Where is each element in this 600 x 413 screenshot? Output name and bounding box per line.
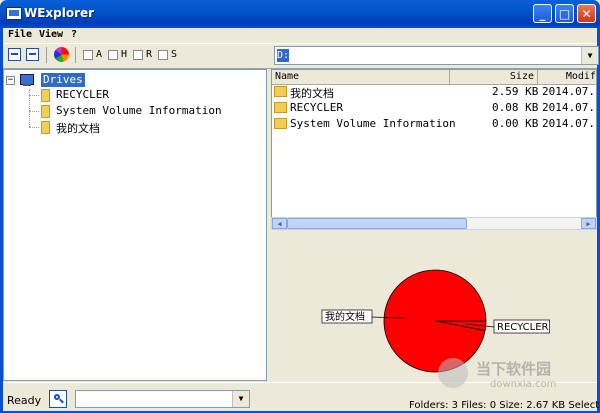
app-icon xyxy=(6,7,22,20)
folder-icon xyxy=(41,121,50,134)
folder-icon xyxy=(274,102,287,113)
watermark-logo: 当下软件园 downxia.com xyxy=(428,355,588,395)
tree-connector xyxy=(29,127,39,128)
scroll-left-icon[interactable]: ◀ xyxy=(272,218,287,229)
tree-connector xyxy=(29,111,39,112)
search-combo[interactable]: ▼ xyxy=(75,390,250,408)
file-row[interactable]: System Volume Information 0.00 KB 2014.0… xyxy=(272,116,596,132)
file-list[interactable]: Name Size Modifie 我的文档 2.59 KB 2014.07.1… xyxy=(271,69,597,230)
column-header-name[interactable]: Name xyxy=(272,70,450,84)
folder-icon xyxy=(274,118,287,129)
path-value: D: xyxy=(277,49,290,62)
tree-item-label: System Volume Information xyxy=(56,104,222,117)
file-name: 我的文档 xyxy=(290,87,334,100)
status-ready: Ready xyxy=(7,394,42,407)
menu-view[interactable]: View xyxy=(39,29,63,40)
computer-icon xyxy=(19,74,35,87)
watermark-subtitle: downxia.com xyxy=(490,379,557,390)
search-icon[interactable] xyxy=(49,390,67,408)
file-list-header: Name Size Modifie xyxy=(272,70,596,85)
scroll-thumb[interactable] xyxy=(287,218,467,229)
tree-item-label: 我的文档 xyxy=(56,122,100,135)
scroll-right-icon[interactable]: ▶ xyxy=(581,218,596,229)
toolbar-separator xyxy=(75,47,76,63)
toolbar-separator xyxy=(46,47,47,63)
folder-icon xyxy=(41,89,50,102)
path-combo[interactable]: D: ▼ xyxy=(274,46,599,65)
watermark-icon xyxy=(438,358,468,388)
menu-help[interactable]: ? xyxy=(71,29,77,40)
back-icon[interactable] xyxy=(8,48,21,61)
file-name: System Volume Information xyxy=(290,117,456,130)
tree-connector xyxy=(29,95,39,96)
file-modified: 2014.07.11 xyxy=(542,101,596,114)
forward-icon[interactable] xyxy=(26,48,39,61)
folder-icon xyxy=(274,86,287,97)
column-header-modified[interactable]: Modifie xyxy=(538,70,596,84)
chevron-down-icon[interactable]: ▼ xyxy=(232,391,249,407)
folder-icon xyxy=(41,105,50,118)
filter-h-label: H xyxy=(121,49,128,60)
menu-file[interactable]: File xyxy=(8,29,32,40)
file-name: RECYCLER xyxy=(290,101,343,114)
pie-label: RECYCLER xyxy=(497,322,549,333)
file-row[interactable]: 我的文档 2.59 KB 2014.07.11 xyxy=(272,84,596,100)
color-settings-icon[interactable] xyxy=(54,47,69,62)
window-title: WExplorer xyxy=(24,6,95,20)
maximize-button[interactable]: □ xyxy=(555,4,574,23)
folder-tree[interactable]: − Drives RECYCLER System Volume Informat… xyxy=(3,69,267,381)
file-size: 0.00 KB xyxy=(492,117,539,130)
file-size: 2.59 KB xyxy=(492,85,539,98)
file-modified: 2014.07.11 xyxy=(542,117,596,130)
tree-item-label: RECYCLER xyxy=(56,88,109,101)
filter-a-checkbox[interactable] xyxy=(83,50,93,60)
column-header-size[interactable]: Size xyxy=(450,70,538,84)
filter-s-label: S xyxy=(171,49,178,60)
status-summary: Folders: 3 Files: 0 Size: 2.67 KB Select… xyxy=(409,400,600,411)
file-size: 0.08 KB xyxy=(492,101,539,114)
file-row[interactable]: RECYCLER 0.08 KB 2014.07.11 xyxy=(272,100,596,116)
filter-a-label: A xyxy=(96,49,103,60)
close-button[interactable]: ✕ xyxy=(577,4,596,23)
filter-s-checkbox[interactable] xyxy=(158,50,168,60)
filter-r-checkbox[interactable] xyxy=(133,50,143,60)
toolbar: A H R S D: ▼ xyxy=(3,44,599,69)
menu-bar: File View ? xyxy=(3,28,597,44)
collapse-icon[interactable]: − xyxy=(6,76,15,85)
pie-label: 我的文档 xyxy=(325,310,365,323)
title-bar[interactable]: WExplorer _ □ ✕ xyxy=(0,0,600,28)
horizontal-scrollbar[interactable]: ◀ ▶ xyxy=(271,217,597,230)
filter-h-checkbox[interactable] xyxy=(108,50,118,60)
tree-root-label[interactable]: Drives xyxy=(41,73,85,87)
minimize-button[interactable]: _ xyxy=(533,4,552,23)
filter-r-label: R xyxy=(146,49,153,60)
watermark-title: 当下软件园 xyxy=(476,360,552,378)
file-modified: 2014.07.11 xyxy=(542,85,596,98)
chevron-down-icon[interactable]: ▼ xyxy=(581,47,598,64)
